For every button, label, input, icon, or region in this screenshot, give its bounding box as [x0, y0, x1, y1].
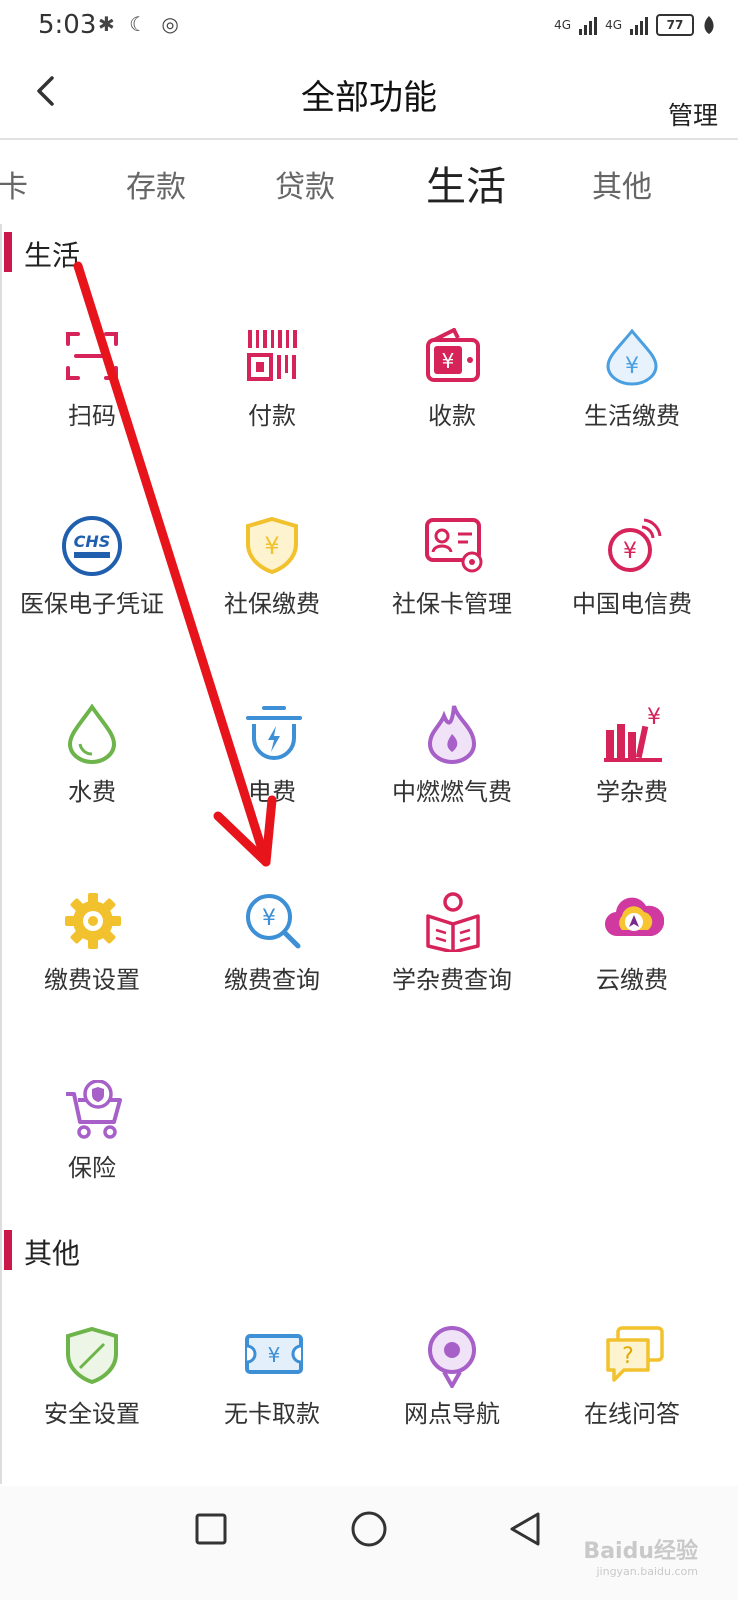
- home-icon[interactable]: [350, 1510, 388, 1548]
- recent-apps-icon[interactable]: [194, 1512, 228, 1546]
- back-triangle-icon[interactable]: [508, 1510, 542, 1548]
- system-navigation-bar: Baidu经验 jingyan.baidu.com: [0, 1486, 738, 1600]
- watermark-text: Baidu经验: [583, 1539, 698, 1564]
- annotation-arrow-icon: [73, 261, 277, 867]
- watermark: Baidu经验 jingyan.baidu.com: [583, 1533, 698, 1578]
- watermark-url: jingyan.baidu.com: [596, 1565, 698, 1578]
